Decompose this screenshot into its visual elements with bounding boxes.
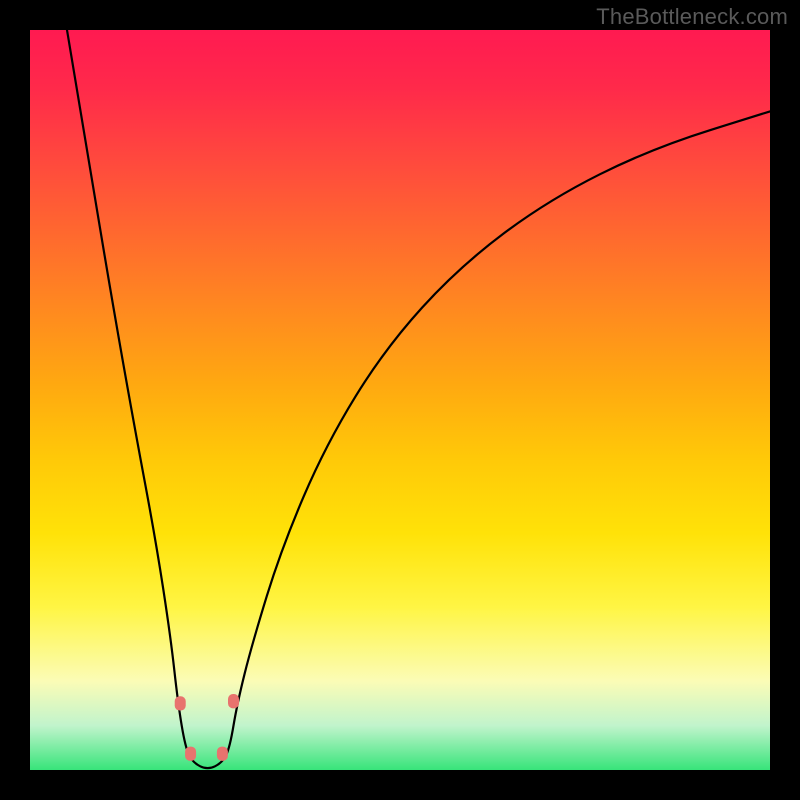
curve-marker-2 [185, 747, 196, 761]
plot-area [30, 30, 770, 770]
curve-marker-1 [228, 694, 239, 708]
curve-marker-3 [217, 747, 228, 761]
curve-layer [30, 30, 770, 770]
bottleneck-curve [67, 30, 770, 768]
bottleneck-curve-path [67, 30, 770, 768]
curve-markers [175, 694, 239, 761]
chart-canvas: TheBottleneck.com [0, 0, 800, 800]
curve-marker-0 [175, 696, 186, 710]
watermark-text: TheBottleneck.com [596, 4, 788, 30]
